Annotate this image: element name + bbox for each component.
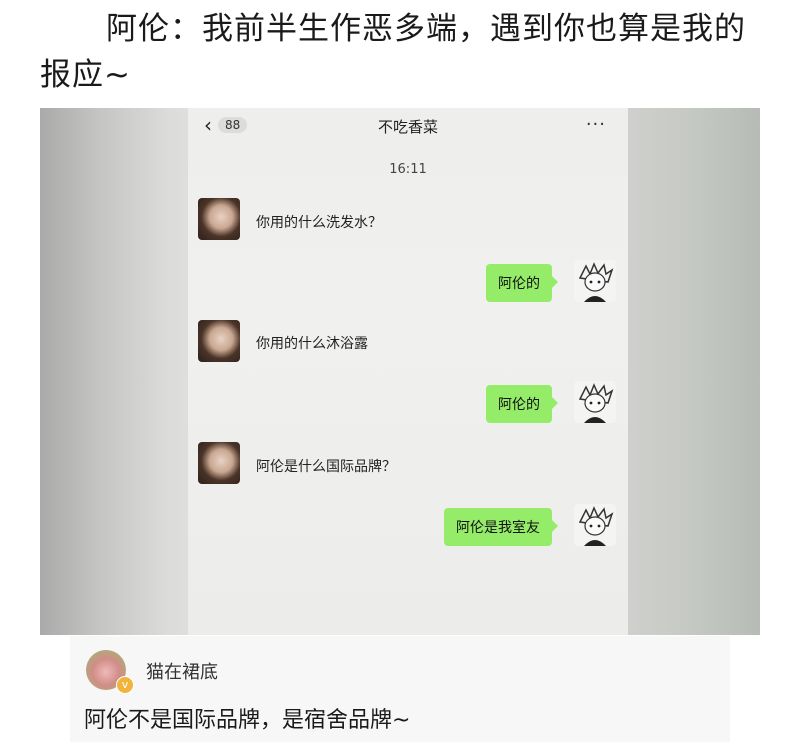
chat-title: 不吃香菜 <box>377 118 438 136</box>
contact-avatar[interactable] <box>198 442 240 484</box>
incoming-message: 你用的什么洗发水？ <box>256 215 382 231</box>
verified-badge-icon: v <box>116 676 134 694</box>
incoming-message: 你用的什么沐浴露 <box>256 336 368 352</box>
anime-avatar-icon <box>578 262 614 302</box>
comment-card: v 猫在裙底 阿伦不是国际品牌，是宿舍品牌~ <box>70 636 730 742</box>
outgoing-message-bubble: 阿伦的 <box>486 264 558 302</box>
self-avatar[interactable] <box>574 381 616 423</box>
chat-topbar: ‹ 88 不吃香菜 ··· <box>188 108 628 144</box>
self-avatar[interactable] <box>574 260 616 302</box>
commenter-username[interactable]: 猫在裙底 <box>146 658 218 684</box>
contact-avatar[interactable] <box>198 320 240 362</box>
comment-text: 阿伦不是国际品牌，是宿舍品牌~ <box>84 708 411 733</box>
message-timestamp: 16:11 <box>389 162 427 177</box>
self-avatar[interactable] <box>574 504 616 546</box>
more-options-icon[interactable]: ··· <box>586 114 606 135</box>
contact-avatar[interactable] <box>198 198 240 240</box>
incoming-message: 阿伦是什么国际品牌？ <box>256 459 396 475</box>
outgoing-message-bubble: 阿伦的 <box>486 385 558 423</box>
outgoing-message-bubble: 阿伦是我室友 <box>444 508 558 546</box>
post-caption: 阿伦：我前半生作恶多端，遇到你也算是我的报应~ <box>40 11 746 93</box>
chat-screen: ‹ 88 不吃香菜 ··· 16:11 你用的什么洗发水？ 阿伦的 你用的什么沐… <box>188 108 628 635</box>
chat-screenshot-photo: ‹ 88 不吃香菜 ··· 16:11 你用的什么洗发水？ 阿伦的 你用的什么沐… <box>40 108 760 635</box>
anime-avatar-icon <box>578 383 614 423</box>
anime-avatar-icon <box>578 506 614 546</box>
